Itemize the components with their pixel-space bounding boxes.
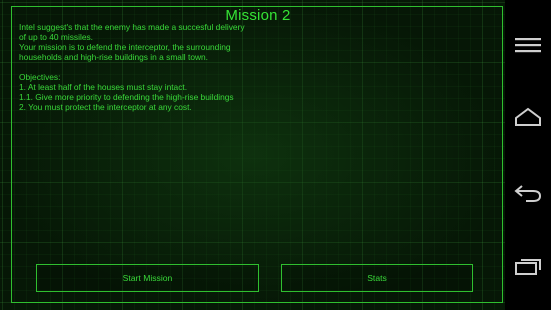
home-button[interactable]	[505, 97, 551, 137]
recent-apps-icon	[515, 259, 541, 275]
game-screen: Mission 2 Intel suggest's that the enemy…	[0, 0, 505, 310]
objectives-heading: Objectives:	[19, 72, 61, 82]
stats-button[interactable]: Stats	[281, 264, 473, 292]
recent-apps-button[interactable]	[505, 246, 551, 286]
objective-item: 2. You must protect the interceptor at a…	[19, 102, 192, 112]
start-mission-button[interactable]: Start Mission	[36, 264, 259, 292]
briefing-line: Your mission is to defend the intercepto…	[19, 42, 231, 52]
objective-item: 1.1. Give more priority to defending the…	[19, 92, 234, 102]
back-button[interactable]	[505, 172, 551, 212]
mission-briefing: Intel suggest's that the enemy has made …	[19, 22, 269, 112]
system-navigation-bar	[505, 0, 551, 310]
objective-item: 1. At least half of the houses must stay…	[19, 82, 188, 92]
home-icon	[515, 107, 541, 126]
briefing-line: households and high-rise buildings in a …	[19, 52, 209, 62]
menu-icon	[515, 38, 541, 53]
briefing-line: Intel suggest's that the enemy has made …	[19, 22, 245, 32]
menu-button[interactable]	[505, 26, 551, 66]
briefing-line: of up to 40 missiles.	[19, 32, 94, 42]
back-icon	[514, 185, 542, 202]
